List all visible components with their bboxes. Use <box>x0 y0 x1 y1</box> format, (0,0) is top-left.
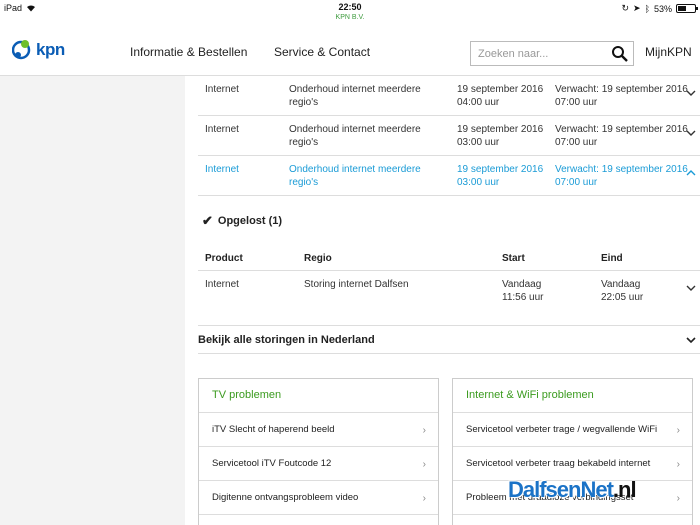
outage-start: 19 september 2016 03:00 uur <box>457 124 544 148</box>
status-time: 22:50 <box>338 2 362 12</box>
solved-table-header: Product Regio Start Eind <box>198 246 700 271</box>
tv-problem-label: Digitenne ontvangsprobleem video <box>212 492 359 503</box>
solved-start-time: 11:56 uur <box>502 292 544 303</box>
column-start: Start <box>502 253 525 264</box>
outage-regio: Onderhoud internet meerdere regio's <box>289 164 421 188</box>
solved-end-time: 22:05 uur <box>601 292 644 303</box>
tv-problems-title: TV problemen <box>199 379 438 413</box>
solved-row[interactable]: Internet Storing internet Dalfsen Vandaa… <box>198 271 700 311</box>
status-carrier: KPN B.V. <box>335 14 365 21</box>
chevron-down-icon[interactable] <box>686 128 696 138</box>
outage-row[interactable]: Internet Onderhoud internet meerdere reg… <box>198 76 700 116</box>
chevron-down-icon[interactable] <box>686 283 696 293</box>
chevron-down-icon[interactable] <box>686 88 696 98</box>
site-header: kpn Informatie & Bestellen Service & Con… <box>0 26 700 76</box>
search-input[interactable] <box>471 42 603 65</box>
nav-service-contact[interactable]: Service & Contact <box>274 45 370 59</box>
kpn-logo-icon <box>12 40 31 60</box>
bluetooth-icon: ᛒ <box>644 3 650 14</box>
battery-percentage: 53% <box>653 3 672 14</box>
tv-problem-label: iTV Slecht of haperend beeld <box>212 424 335 435</box>
outage-regio: Onderhoud internet meerdere regio's <box>289 84 421 108</box>
chevron-up-icon[interactable] <box>686 168 696 178</box>
chevron-right-icon: › <box>676 493 680 504</box>
search-icon[interactable] <box>611 45 629 63</box>
kpn-logo[interactable]: kpn <box>12 38 65 62</box>
outage-start: 19 september 2016 04:00 uur <box>457 84 544 108</box>
outage-product: Internet <box>205 164 239 175</box>
all-outages-label: Bekijk alle storingen in Nederland <box>198 334 375 346</box>
nav-informatie-bestellen[interactable]: Informatie & Bestellen <box>130 45 247 59</box>
battery-fill <box>678 6 687 11</box>
internet-problem-label: Servicetool verbeter traag bekabeld inte… <box>466 458 651 469</box>
outage-start: 19 september 2016 03:00 uur <box>457 164 544 188</box>
main-content: Internet Onderhoud internet meerdere reg… <box>185 76 700 525</box>
search-box <box>470 41 634 66</box>
outage-row[interactable]: Internet Onderhoud internet meerdere reg… <box>198 116 700 156</box>
tv-problems-card: TV problemen iTV Slecht of haperend beel… <box>198 378 439 525</box>
solved-end: Vandaag 22:05 uur <box>601 278 643 304</box>
column-product: Product <box>205 253 243 264</box>
lock-rotation-icon: ↻ <box>621 3 630 13</box>
internet-problem-item[interactable]: Servicetool verbeter trage / wegvallende… <box>453 413 692 447</box>
solved-start: Vandaag 11:56 uur <box>502 278 544 304</box>
all-outages-accordion[interactable]: Bekijk alle storingen in Nederland <box>198 325 700 354</box>
column-regio: Regio <box>304 253 332 264</box>
status-right: ↻ ➤ ᛒ 53% <box>621 3 698 14</box>
internet-problem-item[interactable]: Servicetool verbeter traag bekabeld inte… <box>453 447 692 481</box>
solved-product: Internet <box>205 279 239 290</box>
watermark-suffix: .nl <box>612 477 637 502</box>
tv-problem-item[interactable]: Digitenne ontvangsprobleem video › <box>199 481 438 515</box>
chevron-right-icon: › <box>422 459 426 470</box>
chevron-right-icon: › <box>422 493 426 504</box>
dalfsennet-watermark: DalfsenNet.nl <box>508 477 637 503</box>
tv-problem-item[interactable]: iTV Slecht of haperend beeld › <box>199 413 438 447</box>
battery-icon <box>676 4 698 13</box>
outage-product: Internet <box>205 124 239 135</box>
tv-problem-item[interactable]: Servicetool iTV Foutcode 12 › <box>199 447 438 481</box>
chevron-right-icon: › <box>422 425 426 436</box>
checkmark-icon: ✔ <box>202 213 213 228</box>
status-bar: iPad 22:50 KPN B.V. ↻ ➤ ᛒ 53% <box>0 0 700 26</box>
tv-problem-label: Servicetool iTV Foutcode 12 <box>212 458 332 469</box>
outage-regio: Onderhoud internet meerdere regio's <box>289 124 421 148</box>
outage-row-active[interactable]: Internet Onderhoud internet meerdere reg… <box>198 156 700 196</box>
location-icon: ➤ <box>633 3 641 13</box>
column-eind: Eind <box>601 253 623 264</box>
solved-regio: Storing internet Dalfsen <box>304 279 409 290</box>
chevron-down-icon <box>686 337 696 344</box>
solved-end-day: Vandaag <box>601 279 641 290</box>
mijnkpn-link[interactable]: MijnKPN <box>645 45 692 59</box>
outage-end: Verwacht: 19 september 2016 07:00 uur <box>555 84 688 108</box>
logo-text: kpn <box>36 40 65 59</box>
outage-product: Internet <box>205 84 239 95</box>
chevron-right-icon: › <box>676 459 680 470</box>
solved-heading-label: Opgelost (1) <box>217 215 283 227</box>
outage-end: Verwacht: 19 september 2016 07:00 uur <box>555 124 688 148</box>
solved-start-day: Vandaag <box>502 279 542 290</box>
outage-end: Verwacht: 19 september 2016 07:00 uur <box>555 164 688 188</box>
left-sidebar <box>0 76 185 525</box>
watermark-main: DalfsenNet <box>508 477 614 502</box>
solved-heading: ✔ Opgelost (1) <box>202 213 282 229</box>
chevron-right-icon: › <box>676 425 680 436</box>
internet-problem-label: Servicetool verbeter trage / wegvallende… <box>466 424 658 435</box>
internet-problems-title: Internet & WiFi problemen <box>453 379 692 413</box>
